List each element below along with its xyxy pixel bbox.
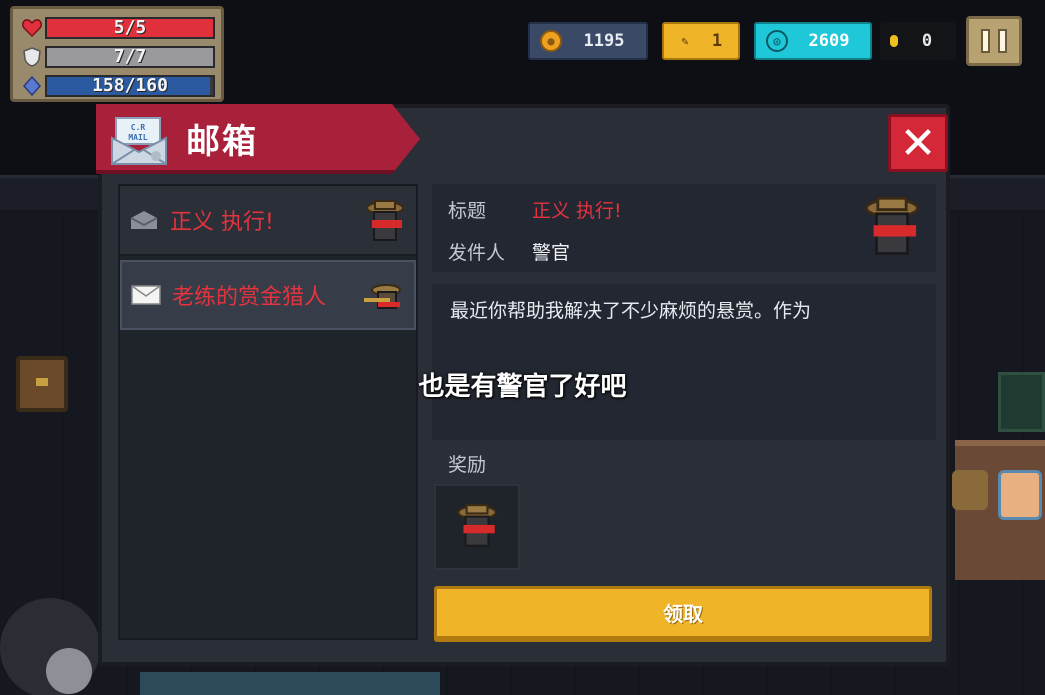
envelope-icon xyxy=(130,283,162,307)
close-icon: ✕ xyxy=(899,117,937,169)
reward-label: 奖励 xyxy=(448,454,487,476)
energy-bar: 158/160 xyxy=(45,74,215,97)
police-officer-icon xyxy=(865,196,919,255)
gem-icon: ◎ xyxy=(766,30,788,52)
close-button[interactable]: ✕ xyxy=(888,114,948,172)
title-value: 正义 执行! xyxy=(532,200,622,222)
hp-row: 5/5 xyxy=(19,13,215,42)
mail-body: 最近你帮助我解决了不少麻烦的悬赏。作为 xyxy=(432,284,936,440)
svg-text:MAIL: MAIL xyxy=(128,133,147,142)
coin-counter: ● 1195 xyxy=(528,22,648,60)
pause-icon xyxy=(998,29,1007,53)
mailbox-title: 邮箱 xyxy=(186,122,258,162)
hp-bar: 5/5 xyxy=(45,16,215,39)
shield-icon xyxy=(19,46,45,68)
energy-text: 158/160 xyxy=(92,74,168,96)
material-icon: ✎ xyxy=(681,34,689,48)
reward-slot[interactable] xyxy=(434,484,520,570)
mailbox-header: C.R MAIL 邮箱 xyxy=(96,104,420,174)
mail-detail-header: 标题 正义 执行! 发件人 警官 xyxy=(432,184,936,272)
open-envelope-icon xyxy=(128,208,160,232)
sender-label: 发件人 xyxy=(448,242,506,264)
seed-counter: 0 xyxy=(880,22,956,60)
pause-button[interactable] xyxy=(966,16,1022,66)
bounty-hunter-icon xyxy=(364,284,401,309)
seed-icon xyxy=(890,35,898,47)
coin-icon: ● xyxy=(540,30,562,52)
heart-icon xyxy=(19,17,45,39)
mail-list: 正义 执行! 老练的赏金猎人 xyxy=(118,184,418,640)
mail-item-read[interactable]: 正义 执行! xyxy=(120,186,416,256)
sender-value: 警官 xyxy=(532,242,571,264)
video-subtitle: 也是有警官了好吧 xyxy=(418,372,627,402)
gem-counter: ◎ 2609 xyxy=(754,22,872,60)
police-officer-skin-icon xyxy=(457,504,497,547)
title-label: 标题 xyxy=(448,200,487,222)
virtual-joystick[interactable] xyxy=(0,598,100,695)
npc-character xyxy=(998,470,1042,520)
player-stats-panel: 5/5 7/7 158/160 xyxy=(10,6,224,102)
floor-decor xyxy=(140,672,440,695)
armor-bar: 7/7 xyxy=(45,45,215,68)
svg-text:C.R: C.R xyxy=(131,123,146,132)
mailbox-icon: C.R MAIL xyxy=(111,117,167,165)
energy-crystal-icon xyxy=(19,75,45,97)
hp-text: 5/5 xyxy=(113,16,147,38)
npc-character xyxy=(952,470,988,510)
armor-text: 7/7 xyxy=(113,45,147,67)
mail-item-unread[interactable]: 老练的赏金猎人 xyxy=(120,260,416,330)
material-counter: ✎ 1 xyxy=(662,22,740,60)
claim-button[interactable]: 领取 xyxy=(434,586,932,642)
police-officer-icon xyxy=(366,200,404,241)
energy-row: 158/160 xyxy=(19,71,215,100)
mail-subject: 老练的赏金猎人 xyxy=(172,285,327,310)
armor-row: 7/7 xyxy=(19,42,215,71)
pause-icon xyxy=(981,29,990,53)
mail-subject: 正义 执行! xyxy=(170,210,274,235)
